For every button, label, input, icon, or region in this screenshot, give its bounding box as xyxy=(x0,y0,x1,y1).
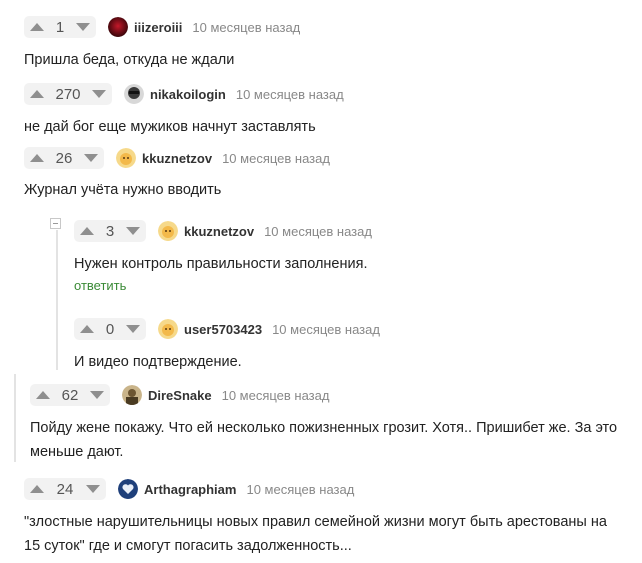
comment-meta: 26 kkuznetzov 10 месяцев назад xyxy=(24,147,330,169)
comment-text: Нужен контроль правильности заполнения. xyxy=(74,256,368,272)
avatar[interactable] xyxy=(116,148,136,168)
comment-score: 270 xyxy=(55,85,81,103)
comment: 24 Arthagraphiam 10 месяцев назад "злост… xyxy=(24,478,607,558)
comment: 1 iiizeroiii 10 месяцев назад Пришла бед… xyxy=(24,16,300,72)
reply-link[interactable]: ответить xyxy=(74,278,372,293)
username[interactable]: kkuznetzov xyxy=(142,151,212,166)
vote-widget: 26 xyxy=(24,147,104,169)
downvote-icon[interactable] xyxy=(76,23,90,31)
comment-meta: 1 iiizeroiii 10 месяцев назад xyxy=(24,16,300,38)
upvote-icon[interactable] xyxy=(36,391,50,399)
username[interactable]: DireSnake xyxy=(148,388,212,403)
comment: 270 nikakoilogin 10 месяцев назад не дай… xyxy=(24,83,344,139)
comment-text: "злостные нарушительницы новых правил се… xyxy=(24,510,607,558)
thread-line xyxy=(14,374,16,462)
comment-score: 26 xyxy=(55,149,73,167)
vote-widget: 270 xyxy=(24,83,112,105)
upvote-icon[interactable] xyxy=(80,227,94,235)
vote-widget: 0 xyxy=(74,318,146,340)
upvote-icon[interactable] xyxy=(30,23,44,31)
comment-text: не дай бог еще мужиков начнут заставлять xyxy=(24,119,316,135)
timestamp[interactable]: 10 месяцев назад xyxy=(222,151,330,166)
comment-score: 62 xyxy=(61,386,79,404)
avatar[interactable] xyxy=(158,319,178,339)
comment-text: Пойду жене покажу. Что ей несколько пожи… xyxy=(30,416,617,464)
upvote-icon[interactable] xyxy=(30,154,44,162)
comment-text-line: Пойду жене покажу. Что ей несколько пожи… xyxy=(30,420,618,436)
comment-meta: 0 user5703423 10 месяцев назад xyxy=(74,318,380,340)
comment-meta: 270 nikakoilogin 10 месяцев назад xyxy=(24,83,344,105)
downvote-icon[interactable] xyxy=(86,485,100,493)
downvote-icon[interactable] xyxy=(90,391,104,399)
username[interactable]: user5703423 xyxy=(184,322,262,337)
vote-widget: 1 xyxy=(24,16,96,38)
downvote-icon[interactable] xyxy=(126,325,140,333)
upvote-icon[interactable] xyxy=(80,325,94,333)
timestamp[interactable]: 10 месяцев назад xyxy=(264,224,372,239)
comment-text-line: меньше дают. xyxy=(30,444,124,460)
timestamp[interactable]: 10 месяцев назад xyxy=(246,482,354,497)
username[interactable]: kkuznetzov xyxy=(184,224,254,239)
avatar[interactable] xyxy=(118,479,138,499)
avatar[interactable] xyxy=(124,84,144,104)
comment: 26 kkuznetzov 10 месяцев назад Журнал уч… xyxy=(24,147,330,202)
timestamp[interactable]: 10 месяцев назад xyxy=(222,388,330,403)
vote-widget: 62 xyxy=(30,384,110,406)
comment-text: И видео подтверждение. xyxy=(74,354,242,370)
username[interactable]: iiizeroiii xyxy=(134,20,182,35)
comment-text: Пришла беда, откуда не ждали xyxy=(24,52,235,68)
vote-widget: 24 xyxy=(24,478,106,500)
downvote-icon[interactable] xyxy=(126,227,140,235)
comment-score: 0 xyxy=(105,320,115,338)
timestamp[interactable]: 10 месяцев назад xyxy=(272,322,380,337)
username[interactable]: nikakoilogin xyxy=(150,87,226,102)
comment-score: 24 xyxy=(56,480,74,498)
timestamp[interactable]: 10 месяцев назад xyxy=(236,87,344,102)
avatar[interactable] xyxy=(158,221,178,241)
comment-meta: 62 DireSnake 10 месяцев назад xyxy=(30,384,617,406)
comment-score: 3 xyxy=(105,222,115,240)
thread-line xyxy=(56,230,58,370)
timestamp[interactable]: 10 месяцев назад xyxy=(192,20,300,35)
comment-text-line: 15 суток" где и смогут погасить задолжен… xyxy=(24,538,352,554)
comment: 62 DireSnake 10 месяцев назад Пойду жене… xyxy=(30,384,617,464)
username[interactable]: Arthagraphiam xyxy=(144,482,236,497)
downvote-icon[interactable] xyxy=(84,154,98,162)
avatar[interactable] xyxy=(108,17,128,37)
comment: 0 user5703423 10 месяцев назад И видео п… xyxy=(74,318,380,374)
vote-widget: 3 xyxy=(74,220,146,242)
comment-text-line: "злостные нарушительницы новых правил се… xyxy=(24,514,607,530)
comment: 3 kkuznetzov 10 месяцев назад Нужен конт… xyxy=(74,220,372,293)
avatar[interactable] xyxy=(122,385,142,405)
comment-meta: 3 kkuznetzov 10 месяцев назад xyxy=(74,220,372,242)
upvote-icon[interactable] xyxy=(30,90,44,98)
comment-meta: 24 Arthagraphiam 10 месяцев назад xyxy=(24,478,607,500)
downvote-icon[interactable] xyxy=(92,90,106,98)
comment-text: Журнал учёта нужно вводить xyxy=(24,182,222,198)
collapse-thread-button[interactable] xyxy=(50,218,61,229)
upvote-icon[interactable] xyxy=(30,485,44,493)
comment-score: 1 xyxy=(55,18,65,36)
